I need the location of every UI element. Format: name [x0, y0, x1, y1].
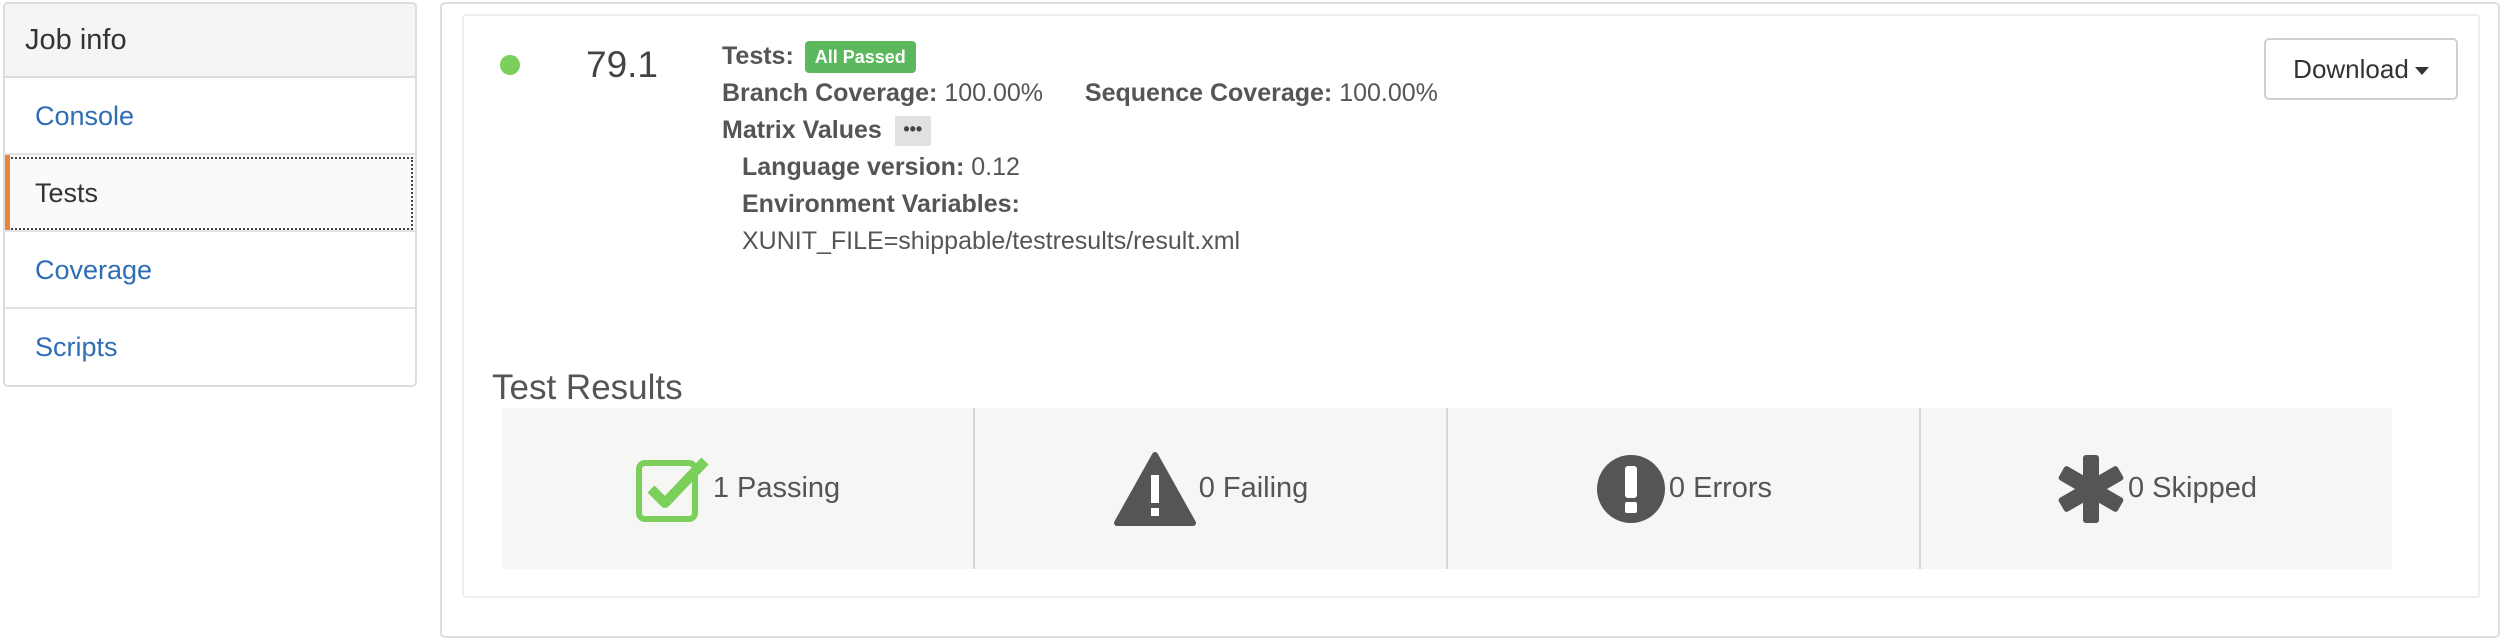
- language-version-value: 0.12: [971, 153, 1020, 181]
- exclamation-circle-icon: [1596, 454, 1665, 523]
- warning-icon: [1113, 451, 1196, 526]
- env-value-row: XUNIT_FILE=shippable/testresults/result.…: [722, 223, 1438, 260]
- job-info-sidebar: Job info Console Tests Coverage Scripts: [3, 2, 417, 387]
- sequence-coverage-label: Sequence Coverage:: [1084, 79, 1333, 107]
- asterisk-icon: [2058, 454, 2124, 523]
- status-indicator: [500, 55, 520, 75]
- result-skipped: 0 Skipped: [1921, 408, 2392, 569]
- result-passing: 1 Passing: [502, 408, 975, 569]
- matrix-expand-button[interactable]: •••: [894, 116, 931, 147]
- language-row: Language version: 0.12: [722, 149, 1438, 186]
- matrix-row: Matrix Values •••: [722, 112, 1438, 149]
- job-card: 79.1 Tests: All Passed Branch Coverage: …: [462, 14, 2480, 598]
- tests-status-badge: All Passed: [804, 41, 916, 74]
- branch-coverage-value: 100.00%: [944, 79, 1044, 107]
- env-variables-label: Environment Variables:: [742, 190, 1020, 218]
- caret-down-icon: [2414, 67, 2429, 76]
- env-variables-value: XUNIT_FILE=shippable/testresults/result.…: [742, 227, 1241, 255]
- sequence-coverage-value: 100.00%: [1339, 79, 1438, 107]
- job-info: Tests: All Passed Branch Coverage: 100.0…: [722, 38, 1438, 260]
- result-errors: 0 Errors: [1448, 408, 1921, 569]
- sidebar-item-coverage[interactable]: Coverage: [5, 232, 415, 309]
- checkbox-icon: [635, 457, 709, 522]
- env-row: Environment Variables:: [722, 186, 1438, 223]
- job-detail-panel: 79.1 Tests: All Passed Branch Coverage: …: [440, 2, 2500, 638]
- sidebar-item-console[interactable]: Console: [5, 78, 415, 155]
- skipped-count: 0 Skipped: [2128, 472, 2257, 504]
- coverage-row: Branch Coverage: 100.00% Sequence Covera…: [722, 75, 1438, 112]
- build-number: 79.1: [586, 44, 659, 85]
- test-results-summary: 1 Passing 0 Failing 0 Errors 0 Skipped: [502, 408, 2392, 569]
- test-results-title: Test Results: [492, 368, 683, 407]
- sidebar-item-scripts[interactable]: Scripts: [5, 309, 415, 385]
- language-version-label: Language version:: [742, 153, 965, 181]
- sidebar-header: Job info: [5, 4, 415, 78]
- passing-count: 1 Passing: [712, 472, 841, 504]
- tests-row: Tests: All Passed: [722, 38, 1438, 75]
- download-dropdown-button[interactable]: Download: [2264, 38, 2458, 100]
- errors-count: 0 Errors: [1668, 472, 1773, 504]
- sidebar-item-tests[interactable]: Tests: [5, 155, 415, 232]
- matrix-values-label: Matrix Values: [722, 116, 882, 144]
- branch-coverage-label: Branch Coverage:: [722, 79, 938, 107]
- result-failing: 0 Failing: [975, 408, 1448, 569]
- tests-label: Tests:: [722, 42, 794, 70]
- download-label: Download: [2293, 54, 2409, 84]
- failing-count: 0 Failing: [1198, 472, 1309, 504]
